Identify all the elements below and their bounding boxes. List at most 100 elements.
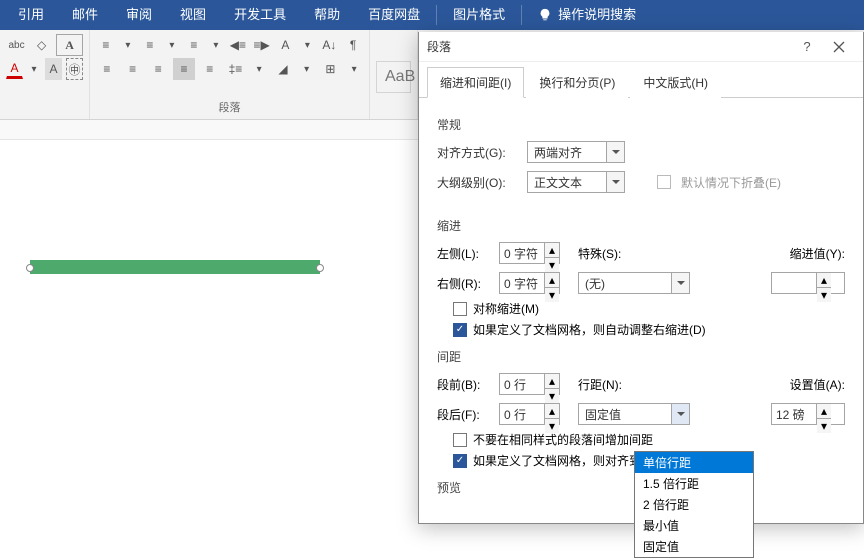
distributed-button[interactable]: ≡	[199, 58, 221, 80]
line-spacing-button[interactable]: ‡≡	[225, 58, 247, 80]
justify-button[interactable]: ≡	[173, 58, 195, 80]
show-marks-button[interactable]: ¶	[343, 34, 363, 56]
chevron-down-icon[interactable]	[606, 172, 624, 192]
line-spacing-value: 固定值	[579, 406, 671, 423]
align-right-button[interactable]: ≡	[147, 58, 169, 80]
shading-dropdown[interactable]: ▾	[298, 61, 316, 77]
ruler[interactable]	[0, 120, 420, 140]
no-space-same-style-label: 不要在相同样式的段落间增加间距	[473, 431, 653, 448]
tab-indent-spacing[interactable]: 缩进和间距(I)	[427, 67, 524, 98]
line-spacing-dropdown-list[interactable]: 单倍行距 1.5 倍行距 2 倍行距 最小值 固定值	[634, 451, 754, 558]
alignment-combo[interactable]: 两端对齐	[527, 141, 625, 163]
paragraph-dialog: 段落 ? 缩进和间距(I) 换行和分页(P) 中文版式(H) 常规 对齐方式(G…	[418, 32, 864, 524]
line-spacing-combo[interactable]: 固定值	[578, 403, 690, 425]
spinner-up-button[interactable]: ▴	[545, 273, 559, 288]
multilevel-button[interactable]: ≡	[184, 34, 204, 56]
spinner-down-button[interactable]: ▾	[545, 288, 559, 302]
spinner-up-button[interactable]: ▴	[545, 404, 559, 419]
numbering-button[interactable]: ≡	[140, 34, 160, 56]
spacing-at-value: 12 磅	[772, 404, 816, 424]
spinner-down-button[interactable]: ▾	[817, 288, 831, 302]
tab-references[interactable]: 引用	[4, 0, 58, 30]
no-space-same-style-checkbox[interactable]	[453, 433, 467, 447]
text-effects-dropdown[interactable]: ▾	[299, 37, 315, 53]
line-spacing-option-single[interactable]: 单倍行距	[635, 452, 753, 473]
tab-review[interactable]: 审阅	[112, 0, 166, 30]
line-spacing-dropdown[interactable]: ▾	[250, 61, 268, 77]
sort-button[interactable]: A↓	[319, 34, 339, 56]
clear-formatting-button[interactable]: ◇	[31, 34, 52, 56]
paragraph-group: ≡▾ ≡▾ ≡▾ ◀≡ ≡▶ A▾ A↓ ¶ ≡ ≡ ≡ ≡ ≡ ‡≡▾ ◢▾ …	[90, 30, 370, 119]
spinner-down-button[interactable]: ▾	[545, 258, 559, 272]
tab-developer[interactable]: 开发工具	[220, 0, 300, 30]
tab-line-page-breaks[interactable]: 换行和分页(P)	[526, 67, 628, 98]
spacing-at-spinner[interactable]: 12 磅 ▴▾	[771, 403, 845, 425]
indent-left-value: 0 字符	[500, 243, 544, 263]
spinner-up-button[interactable]: ▴	[545, 374, 559, 389]
enclose-characters-button[interactable]: ㊥	[66, 58, 83, 80]
bullets-button[interactable]: ≡	[96, 34, 116, 56]
chevron-down-icon[interactable]	[606, 142, 624, 162]
dialog-close-button[interactable]	[823, 33, 855, 61]
spinner-down-button[interactable]: ▾	[545, 419, 559, 433]
dialog-titlebar[interactable]: 段落 ?	[419, 32, 863, 62]
font-color-button[interactable]: A	[6, 60, 23, 79]
borders-button[interactable]: ⊞	[320, 58, 342, 80]
snap-to-grid-checkbox[interactable]	[453, 454, 467, 468]
mirror-indent-label: 对称缩进(M)	[473, 300, 539, 317]
align-left-button[interactable]: ≡	[96, 58, 118, 80]
numbering-dropdown[interactable]: ▾	[164, 37, 180, 53]
shading-button[interactable]: ◢	[272, 58, 294, 80]
selected-shape[interactable]	[30, 260, 320, 274]
chevron-down-icon[interactable]	[671, 273, 689, 293]
indent-left-spinner[interactable]: 0 字符 ▴▾	[499, 242, 560, 264]
line-spacing-option-1-5[interactable]: 1.5 倍行距	[635, 473, 753, 494]
space-before-label: 段前(B):	[437, 376, 491, 393]
spinner-up-button[interactable]: ▴	[817, 404, 831, 419]
space-before-spinner[interactable]: 0 行 ▴▾	[499, 373, 560, 395]
indent-special-combo[interactable]: (无)	[578, 272, 690, 294]
space-after-value: 0 行	[500, 404, 544, 424]
line-spacing-option-exactly[interactable]: 固定值	[635, 536, 753, 557]
resize-handle-right[interactable]	[316, 264, 324, 272]
text-effects-button[interactable]: A	[275, 34, 295, 56]
styles-preview[interactable]: AaB	[376, 61, 411, 93]
bullets-dropdown[interactable]: ▾	[120, 37, 136, 53]
decrease-indent-button[interactable]: ◀≡	[228, 34, 248, 56]
align-center-button[interactable]: ≡	[122, 58, 144, 80]
tab-help[interactable]: 帮助	[300, 0, 354, 30]
line-spacing-option-double[interactable]: 2 倍行距	[635, 494, 753, 515]
separator	[521, 5, 522, 25]
tell-me-search[interactable]: 操作说明搜索	[524, 0, 650, 30]
indent-by-spinner[interactable]: ▴▾	[771, 272, 845, 294]
paragraph-group-label: 段落	[96, 97, 363, 115]
resize-handle-left[interactable]	[26, 264, 34, 272]
tab-picture-format[interactable]: 图片格式	[439, 0, 519, 30]
multilevel-dropdown[interactable]: ▾	[208, 37, 224, 53]
tab-mailings[interactable]: 邮件	[58, 0, 112, 30]
indent-left-label: 左侧(L):	[437, 245, 491, 262]
space-after-spinner[interactable]: 0 行 ▴▾	[499, 403, 560, 425]
increase-indent-button[interactable]: ≡▶	[252, 34, 272, 56]
indent-right-spinner[interactable]: 0 字符 ▴▾	[499, 272, 560, 294]
spinner-down-button[interactable]: ▾	[817, 419, 831, 433]
borders-dropdown[interactable]: ▾	[345, 61, 363, 77]
spinner-up-button[interactable]: ▴	[817, 273, 831, 288]
font-color-dropdown[interactable]: ▾	[27, 61, 41, 77]
tab-baidu[interactable]: 百度网盘	[354, 0, 434, 30]
mirror-indent-checkbox[interactable]	[453, 302, 467, 316]
auto-right-indent-checkbox[interactable]	[453, 323, 467, 337]
collapse-default-checkbox[interactable]	[657, 175, 671, 189]
character-border-button[interactable]: A	[56, 34, 83, 56]
tab-chinese-typography[interactable]: 中文版式(H)	[630, 67, 721, 98]
character-shading-button[interactable]: A	[45, 58, 62, 80]
tab-view[interactable]: 视图	[166, 0, 220, 30]
dialog-title: 段落	[427, 38, 791, 55]
chevron-down-icon[interactable]	[671, 404, 689, 424]
line-spacing-option-atleast[interactable]: 最小值	[635, 515, 753, 536]
spinner-up-button[interactable]: ▴	[545, 243, 559, 258]
outline-level-combo[interactable]: 正文文本	[527, 171, 625, 193]
phonetic-guide-button[interactable]: abc	[6, 34, 27, 56]
dialog-help-button[interactable]: ?	[791, 33, 823, 61]
indent-by-value	[772, 273, 816, 293]
